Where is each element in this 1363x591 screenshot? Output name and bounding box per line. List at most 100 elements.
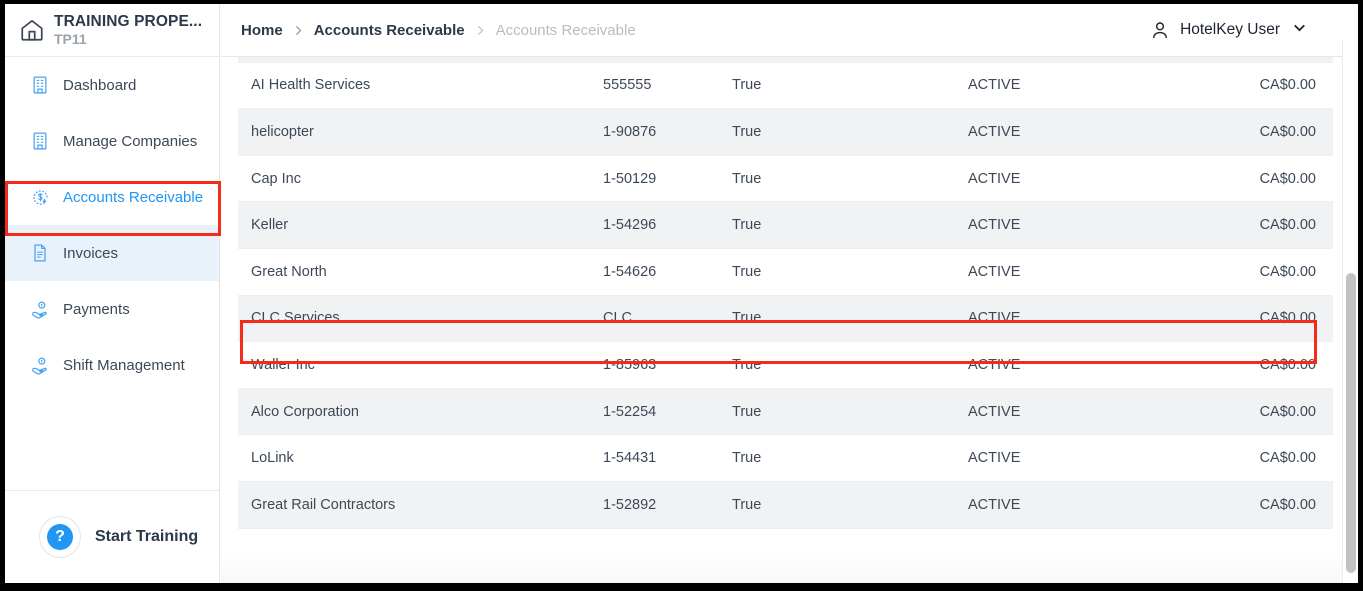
cell-company-name: Keller <box>238 217 603 233</box>
scrollbar-thumb[interactable] <box>1346 273 1356 573</box>
window-frame-right <box>1358 0 1363 591</box>
cell-flag: True <box>732 217 968 233</box>
cell-company-name: LoLink <box>238 450 603 466</box>
window-frame-top <box>0 0 1363 4</box>
question-mark-icon: ? <box>39 516 81 558</box>
cell-flag: True <box>732 264 968 280</box>
hand-coin-icon <box>29 298 51 320</box>
table-row[interactable]: Waller Inc 1-85963 True ACTIVE CA$0.00 <box>238 342 1333 389</box>
cell-status: ACTIVE <box>968 497 1203 513</box>
content-bottom-fade <box>221 553 1358 583</box>
window-frame-left <box>0 0 5 591</box>
cell-company-name: Alco Corporation <box>238 404 603 420</box>
vertical-scrollbar[interactable] <box>1342 40 1358 583</box>
cell-account-number: 1-50129 <box>603 171 732 187</box>
sidebar-nav: Dashboard Manage Companies <box>5 57 219 393</box>
cell-flag: True <box>732 124 968 140</box>
cell-company-name: Waller Inc <box>238 357 603 373</box>
dollar-refresh-icon <box>29 186 51 208</box>
breadcrumb-item-current: Accounts Receivable <box>496 22 636 39</box>
cell-amount: CA$0.00 <box>1203 310 1333 326</box>
start-training-button[interactable]: ? Start Training <box>5 490 219 583</box>
sidebar-item-shift-management[interactable]: Shift Management <box>5 337 219 393</box>
table-row[interactable]: Keller 1-54296 True ACTIVE CA$0.00 <box>238 202 1333 249</box>
cell-status: ACTIVE <box>968 404 1203 420</box>
cell-flag: True <box>732 404 968 420</box>
breadcrumb: Home Accounts Receivable Accounts Receiv… <box>241 22 636 39</box>
cell-amount: CA$0.00 <box>1203 77 1333 93</box>
cell-flag: True <box>732 171 968 187</box>
chevron-right-icon <box>292 24 305 37</box>
sidebar-item-accounts-receivable[interactable]: Accounts Receivable <box>5 169 219 225</box>
document-icon <box>29 242 51 264</box>
chevron-down-icon[interactable] <box>1291 19 1308 41</box>
cell-account-number: CLC <box>603 310 732 326</box>
cell-amount: CA$0.00 <box>1203 357 1333 373</box>
cell-amount: CA$0.00 <box>1203 450 1333 466</box>
cell-account-number: 1-52892 <box>603 497 732 513</box>
cell-status: ACTIVE <box>968 264 1203 280</box>
sidebar-item-label: Accounts Receivable <box>63 189 203 206</box>
sidebar-item-label: Manage Companies <box>63 133 197 150</box>
sidebar-item-payments[interactable]: Payments <box>5 281 219 337</box>
table-row[interactable]: AI Health Services 555555 True ACTIVE CA… <box>238 63 1333 110</box>
cell-company-name: Great North <box>238 264 603 280</box>
cell-company-name: Cap Inc <box>238 171 603 187</box>
building-icon <box>29 74 51 96</box>
cell-flag: True <box>732 310 968 326</box>
sidebar-item-label: Shift Management <box>63 357 185 374</box>
cell-company-name: helicopter <box>238 124 603 140</box>
table-row[interactable]: LoLink 1-54431 True ACTIVE CA$0.00 <box>238 435 1333 482</box>
cell-status: ACTIVE <box>968 217 1203 233</box>
start-training-label: Start Training <box>95 528 198 546</box>
table-row[interactable]: Great North 1-54626 True ACTIVE CA$0.00 <box>238 249 1333 296</box>
breadcrumb-item-accounts-receivable[interactable]: Accounts Receivable <box>314 22 465 39</box>
cell-flag: True <box>732 450 968 466</box>
sidebar-item-label: Dashboard <box>63 77 136 94</box>
cell-account-number: 1-54626 <box>603 264 732 280</box>
cell-status: ACTIVE <box>968 450 1203 466</box>
sidebar-item-label: Payments <box>63 301 130 318</box>
cell-flag: True <box>732 497 968 513</box>
cell-flag: True <box>732 77 968 93</box>
brand-title: TRAINING PROPE... <box>54 13 202 31</box>
cell-status: ACTIVE <box>968 310 1203 326</box>
cell-account-number: 1-85963 <box>603 357 732 373</box>
breadcrumb-item-home[interactable]: Home <box>241 22 283 39</box>
cell-amount: CA$0.00 <box>1203 217 1333 233</box>
cell-flag: True <box>732 357 968 373</box>
table-row[interactable]: helicopter 1-90876 True ACTIVE CA$0.00 <box>238 109 1333 156</box>
cell-amount: CA$0.00 <box>1203 497 1333 513</box>
sidebar-item-dashboard[interactable]: Dashboard <box>5 57 219 113</box>
person-icon <box>1150 20 1170 41</box>
chevron-right-icon <box>474 24 487 37</box>
accounts-receivable-table: AW Service 123456 True ACTIVE CA$0.00 AI… <box>238 57 1333 555</box>
table-row[interactable]: Cap Inc 1-50129 True ACTIVE CA$0.00 <box>238 156 1333 203</box>
cell-amount: CA$0.00 <box>1203 124 1333 140</box>
brand-subtitle: TP11 <box>54 31 202 48</box>
cell-status: ACTIVE <box>968 124 1203 140</box>
cell-account-number: 555555 <box>603 77 732 93</box>
cell-account-number: 1-54431 <box>603 450 732 466</box>
cell-status: ACTIVE <box>968 77 1203 93</box>
table-row-highlighted[interactable]: CLC Services CLC True ACTIVE CA$0.00 <box>238 296 1333 343</box>
window-frame-bottom <box>0 583 1363 591</box>
user-menu[interactable]: HotelKey User <box>1150 19 1308 41</box>
cell-status: ACTIVE <box>968 171 1203 187</box>
cell-account-number: 1-54296 <box>603 217 732 233</box>
cell-amount: CA$0.00 <box>1203 264 1333 280</box>
sidebar-item-invoices[interactable]: Invoices <box>5 225 219 281</box>
home-icon <box>19 17 45 43</box>
hand-coin-icon <box>29 354 51 376</box>
sidebar-item-label: Invoices <box>63 245 118 262</box>
cell-status: ACTIVE <box>968 357 1203 373</box>
user-name-label: HotelKey User <box>1180 21 1280 39</box>
brand-header: TRAINING PROPE... TP11 <box>5 4 219 57</box>
cell-company-name: Great Rail Contractors <box>238 497 603 513</box>
table-row[interactable]: Alco Corporation 1-52254 True ACTIVE CA$… <box>238 389 1333 436</box>
sidebar-item-manage-companies[interactable]: Manage Companies <box>5 113 219 169</box>
cell-account-number: 1-90876 <box>603 124 732 140</box>
building-icon <box>29 130 51 152</box>
cell-amount: CA$0.00 <box>1203 171 1333 187</box>
table-row[interactable]: Great Rail Contractors 1-52892 True ACTI… <box>238 482 1333 529</box>
